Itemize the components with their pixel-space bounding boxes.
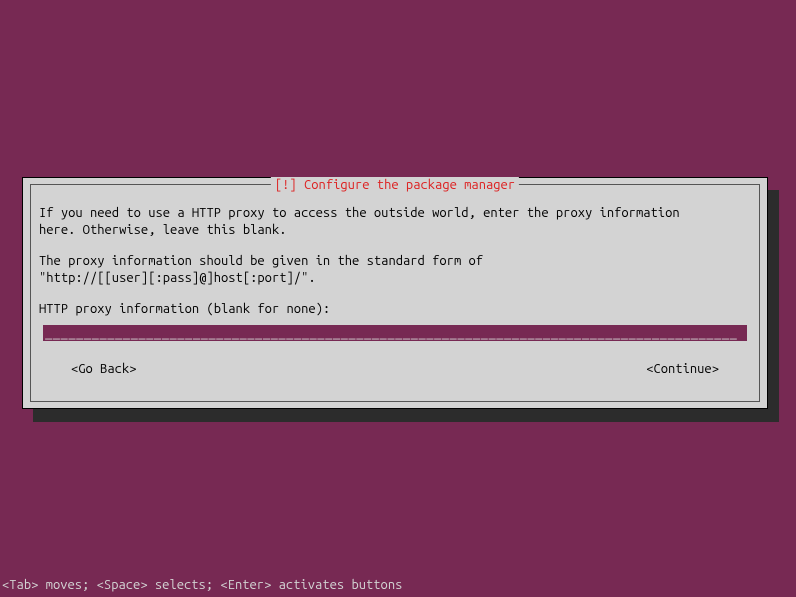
title-text: [!] Configure the package manager <box>275 178 515 192</box>
proxy-prompt-label: HTTP proxy information (blank for none): <box>39 301 751 318</box>
dialog-border: [!] Configure the package manager If you… <box>30 184 760 402</box>
button-row: <Go Back> <Continue> <box>39 361 751 378</box>
go-back-button[interactable]: <Go Back> <box>71 361 137 378</box>
continue-button[interactable]: <Continue> <box>646 361 719 378</box>
dialog-content: If you need to use a HTTP proxy to acces… <box>31 185 759 386</box>
dialog-title: [!] Configure the package manager <box>271 177 519 194</box>
proxy-input[interactable]: ________________________________________… <box>43 325 747 341</box>
dialog-box: [!] Configure the package manager If you… <box>22 177 768 409</box>
instruction-paragraph-2: The proxy information should be given in… <box>39 253 751 287</box>
status-bar: <Tab> moves; <Space> selects; <Enter> ac… <box>2 577 402 594</box>
instruction-paragraph-1: If you need to use a HTTP proxy to acces… <box>39 205 751 239</box>
